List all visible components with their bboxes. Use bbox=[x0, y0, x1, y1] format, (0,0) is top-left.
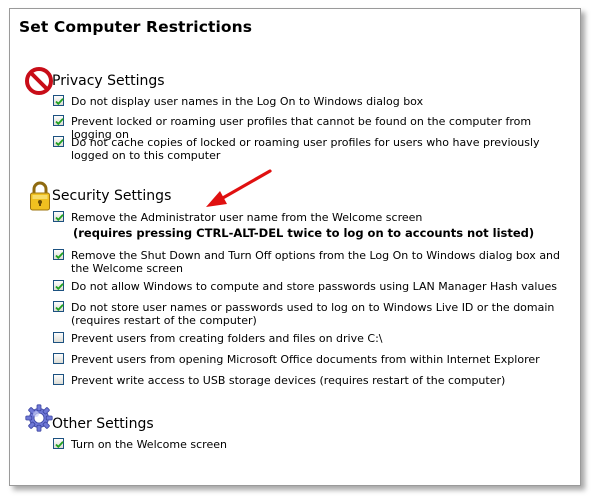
checkbox[interactable] bbox=[53, 136, 64, 147]
option-label: Turn on the Welcome screen bbox=[71, 438, 227, 451]
security-settings-heading: Security Settings bbox=[52, 188, 172, 204]
option-label: Remove the Administrator user name from … bbox=[71, 211, 423, 224]
option-label: Prevent users from opening Microsoft Off… bbox=[71, 353, 540, 366]
checkbox[interactable] bbox=[53, 249, 64, 260]
checkbox[interactable] bbox=[53, 438, 64, 449]
checkbox[interactable] bbox=[53, 353, 64, 364]
security-option-lm-hash[interactable]: Do not allow Windows to compute and stor… bbox=[53, 280, 568, 293]
checkbox[interactable] bbox=[53, 332, 64, 343]
other-settings-heading: Other Settings bbox=[52, 416, 154, 432]
privacy-option-hide-usernames[interactable]: Do not display user names in the Log On … bbox=[53, 95, 568, 108]
security-option-remove-shutdown[interactable]: Remove the Shut Down and Turn Off option… bbox=[53, 249, 568, 275]
no-entry-icon bbox=[25, 67, 53, 95]
option-label: Do not display user names in the Log On … bbox=[71, 95, 424, 108]
option-label: Do not store user names or passwords use… bbox=[71, 301, 555, 327]
option-label: Remove the Shut Down and Turn Off option… bbox=[71, 249, 561, 275]
option-label: Prevent users from creating folders and … bbox=[71, 332, 383, 345]
checkbox[interactable] bbox=[53, 115, 64, 126]
security-option-no-stored-passwords[interactable]: Do not store user names or passwords use… bbox=[53, 301, 568, 327]
padlock-icon bbox=[30, 181, 50, 211]
ctrl-alt-del-note: (requires pressing CTRL-ALT-DEL twice to… bbox=[73, 226, 535, 240]
gear-icon bbox=[25, 404, 53, 432]
security-option-remove-admin[interactable]: Remove the Administrator user name from … bbox=[53, 211, 568, 224]
page-title: Set Computer Restrictions bbox=[19, 18, 253, 36]
checkbox[interactable] bbox=[53, 301, 64, 312]
privacy-option-no-cache[interactable]: Do not cache copies of locked or roaming… bbox=[53, 136, 568, 162]
privacy-settings-heading: Privacy Settings bbox=[52, 73, 165, 89]
option-label: Prevent write access to USB storage devi… bbox=[71, 374, 506, 387]
option-label: Do not allow Windows to compute and stor… bbox=[71, 280, 557, 293]
checkbox[interactable] bbox=[53, 374, 64, 385]
checkbox[interactable] bbox=[53, 211, 64, 222]
security-option-block-office-ie[interactable]: Prevent users from opening Microsoft Off… bbox=[53, 353, 568, 366]
option-label: Do not cache copies of locked or roaming… bbox=[71, 136, 540, 162]
security-option-block-drive-c[interactable]: Prevent users from creating folders and … bbox=[53, 332, 568, 345]
checkbox[interactable] bbox=[53, 280, 64, 291]
checkbox[interactable] bbox=[53, 95, 64, 106]
security-option-usb-write[interactable]: Prevent write access to USB storage devi… bbox=[53, 374, 568, 387]
other-option-welcome-screen[interactable]: Turn on the Welcome screen bbox=[53, 438, 568, 451]
